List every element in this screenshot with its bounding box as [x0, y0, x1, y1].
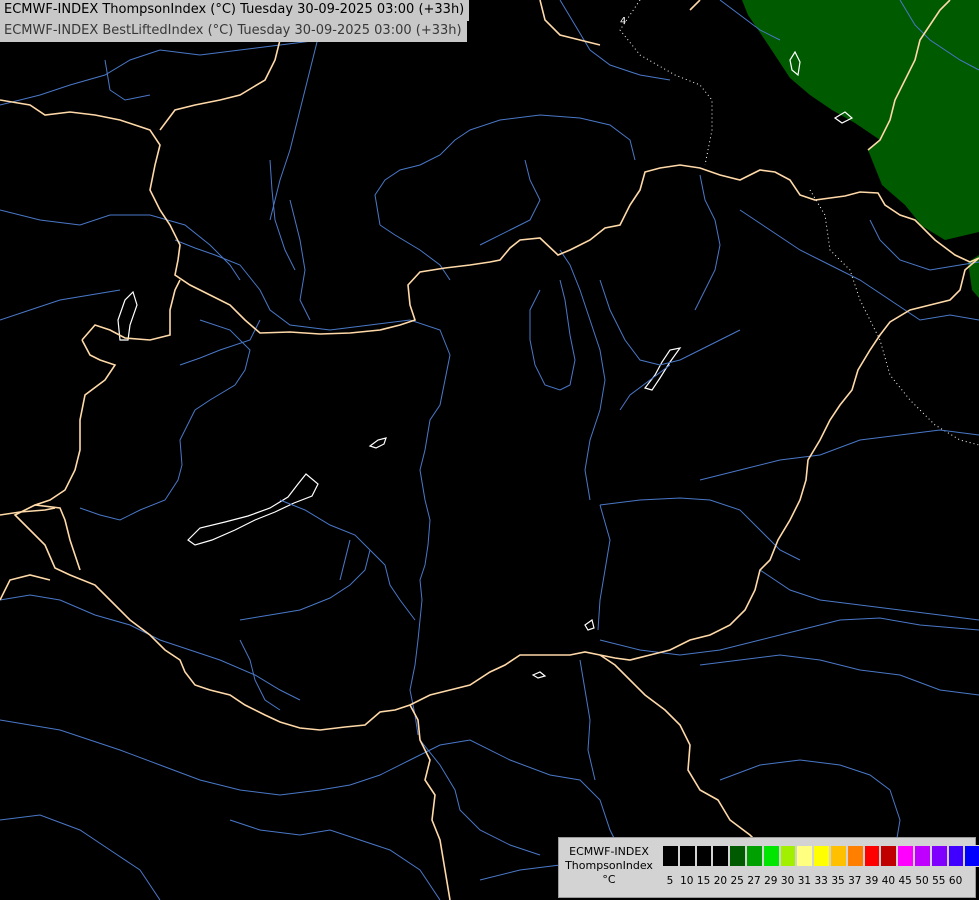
legend-tick-label: 45	[898, 875, 912, 887]
legend-swatch	[880, 845, 898, 867]
legend-swatch	[662, 845, 679, 867]
legend-tick-label: 39	[864, 875, 879, 887]
rivers	[0, 0, 979, 900]
legend-title: ECMWF-INDEX ThompsonIndex °C	[559, 845, 659, 887]
legend-swatch	[846, 845, 864, 867]
legend-swatch	[779, 845, 797, 867]
legend-swatch	[695, 845, 713, 867]
map-title-primary: ECMWF-INDEX ThompsonIndex (°C) Tuesday 3…	[0, 0, 470, 21]
legend-swatch	[729, 845, 746, 867]
legend-swatch	[678, 845, 696, 867]
color-legend: ECMWF-INDEX ThompsonIndex °C 5 10 15 20 25 27…	[558, 837, 979, 898]
legend-tick-label: 29	[764, 875, 778, 887]
legend-swatch	[897, 845, 914, 867]
legend-tick-label: 10	[680, 875, 694, 887]
legend-title-line: ThompsonIndex	[565, 859, 653, 872]
legend-tick-label: 35	[831, 875, 845, 887]
legend-tick-label: 60	[948, 875, 963, 887]
legend-swatch	[964, 845, 979, 867]
legend-tick-label: 25	[730, 875, 744, 887]
legend-swatch	[930, 845, 948, 867]
legend-swatch	[947, 845, 965, 867]
index-field-green-top	[742, 0, 979, 240]
legend-swatch	[913, 845, 931, 867]
legend-tick-label: 30	[780, 875, 795, 887]
legend-swatch	[712, 845, 730, 867]
legend-swatch	[796, 845, 814, 867]
legend-tick-label: 50	[915, 875, 929, 887]
legend-swatch	[813, 845, 830, 867]
lake-outlines	[117, 50, 854, 679]
legend-swatch	[745, 845, 763, 867]
legend-tick-label: 40	[881, 875, 896, 887]
legend-tick-label: 5	[666, 875, 674, 887]
legend-title-line: °C	[602, 873, 616, 886]
legend-swatch	[863, 845, 881, 867]
legend-tick-label: 15	[696, 875, 711, 887]
legend-tick-label: 20	[713, 875, 728, 887]
legend-title-line: ECMWF-INDEX	[569, 845, 649, 858]
weather-map: 4	[0, 0, 979, 900]
legend-swatch	[829, 845, 847, 867]
legend-tick-label: 55	[932, 875, 946, 887]
legend-tick-label: 37	[848, 875, 862, 887]
contour-label: 4	[620, 16, 626, 27]
legend-swatches	[662, 845, 979, 867]
legend-tick-label: 31	[797, 875, 812, 887]
legend-swatch	[762, 845, 780, 867]
legend-tick-label: 33	[814, 875, 828, 887]
map-title-secondary: ECMWF-INDEX BestLiftedIndex (°C) Tuesday…	[0, 21, 467, 42]
legend-tick-label: 27	[747, 875, 761, 887]
